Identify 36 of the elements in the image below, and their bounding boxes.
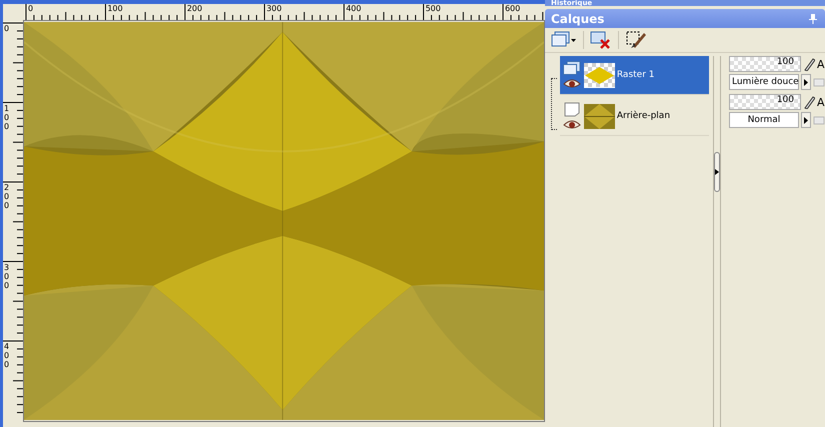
ruler-label: 0 (28, 4, 34, 13)
splitter-handle[interactable] (714, 152, 720, 192)
pin-icon[interactable] (809, 14, 817, 24)
panel-title: Calques (551, 12, 604, 26)
ruler-label: 200 (4, 183, 12, 210)
layer-name: Raster 1 (616, 70, 654, 80)
eye-icon[interactable] (562, 120, 581, 130)
ruler-label: 300 (266, 4, 282, 13)
layer-thumbnail (584, 62, 615, 88)
raster-layer-icon (562, 61, 581, 76)
ruler-label: 300 (4, 262, 12, 290)
new-layer-icon[interactable] (551, 31, 577, 49)
ruler-label: 0 (4, 24, 12, 33)
brush-icon[interactable] (625, 30, 647, 50)
delete-layer-icon[interactable] (590, 30, 612, 50)
page-icon (564, 102, 580, 117)
ruler-label: 100 (4, 104, 12, 130)
blend-mode-dropdown[interactable]: Normal (729, 112, 799, 128)
brush-icon[interactable] (803, 95, 815, 109)
lock-label: A (817, 96, 825, 108)
layer-thumbnail (584, 104, 615, 128)
ruler-label: 600 (504, 4, 520, 13)
blend-mode-dropdown[interactable]: Lumière douce (729, 74, 799, 90)
brush-icon[interactable] (803, 57, 815, 71)
lock-label: A (817, 58, 825, 70)
ruler-label: 500 (425, 4, 441, 13)
ruler-label: 100 (107, 4, 123, 13)
ruler-label: 400 (346, 4, 362, 13)
ruler-label: 200 (186, 4, 202, 13)
layer-name: Arrière-plan (616, 111, 670, 121)
layer-row[interactable]: Raster 1 (560, 56, 709, 95)
ruler-label: 400 (4, 342, 12, 369)
eye-icon[interactable] (562, 79, 581, 89)
opacity-field[interactable]: 100 (729, 94, 801, 110)
opacity-field[interactable]: 100 (729, 56, 801, 72)
layer-row[interactable]: Arrière-plan (560, 97, 709, 136)
